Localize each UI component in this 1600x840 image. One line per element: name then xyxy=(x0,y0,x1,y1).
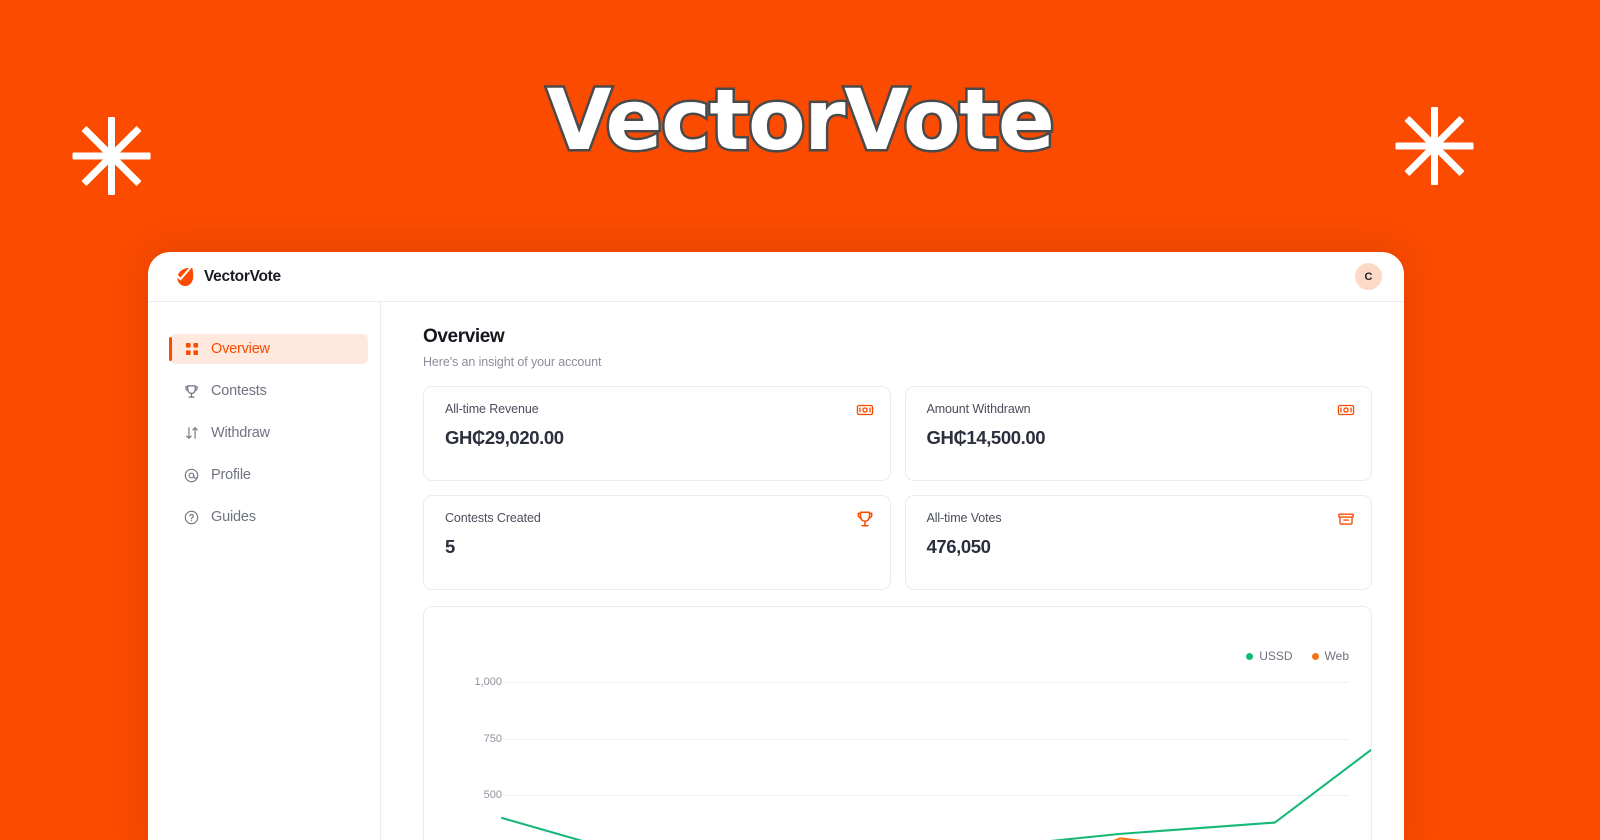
app-window: VectorVote C Overview Contests Withdraw … xyxy=(148,252,1404,840)
trophy-icon xyxy=(184,384,199,399)
sidebar-item-label: Profile xyxy=(211,467,251,483)
stat-card-value: 476,050 xyxy=(926,536,991,557)
stat-card-value: GH₵29,020.00 xyxy=(445,427,564,448)
grid-icon xyxy=(184,342,199,357)
page-title: Overview xyxy=(423,326,505,347)
chart-lines xyxy=(500,748,1371,840)
stat-card-label: All-time Votes xyxy=(926,511,1002,525)
stat-card-amount-withdrawn[interactable]: Amount Withdrawn GH₵14,500.00 xyxy=(904,386,1372,481)
stat-card-value: 5 xyxy=(445,536,455,557)
app-body: Overview Contests Withdraw Profile Guide… xyxy=(148,302,1404,840)
question-circle-icon xyxy=(184,510,199,525)
sidebar-item-label: Overview xyxy=(211,341,270,357)
chart-plot-area: 1,000750500250 xyxy=(424,607,1371,840)
vectorvote-leaf-logo xyxy=(174,266,195,287)
sidebar-item-profile[interactable]: Profile xyxy=(170,460,368,490)
trophy-icon xyxy=(856,510,874,528)
sidebar-item-overview[interactable]: Overview xyxy=(169,334,368,364)
avatar[interactable]: C xyxy=(1355,263,1382,290)
stat-card-label: Amount Withdrawn xyxy=(926,402,1031,416)
sidebar-item-guides[interactable]: Guides xyxy=(170,502,368,532)
sidebar-item-withdraw[interactable]: Withdraw xyxy=(170,418,368,448)
stat-card-all-time-votes[interactable]: All-time Votes 476,050 xyxy=(904,495,1372,590)
ballot-box-icon xyxy=(1337,510,1355,528)
sidebar-item-label: Contests xyxy=(211,383,267,399)
stat-card-grid: All-time Revenue GH₵29,020.00 Amount Wit… xyxy=(423,386,1372,590)
banknote-icon xyxy=(1337,401,1355,419)
stat-card-label: Contests Created xyxy=(445,511,541,525)
sidebar: Overview Contests Withdraw Profile Guide… xyxy=(148,302,381,840)
stat-card-all-time-revenue[interactable]: All-time Revenue GH₵29,020.00 xyxy=(423,386,891,481)
sidebar-item-label: Withdraw xyxy=(211,425,270,441)
hero-title: VectorVote xyxy=(544,71,1057,169)
brand[interactable]: VectorVote xyxy=(174,266,281,287)
asterisk-star-icon-right xyxy=(1395,107,1473,185)
page-subtitle: Here's an insight of your account xyxy=(423,355,602,369)
sidebar-item-contests[interactable]: Contests xyxy=(170,376,368,406)
brand-name: VectorVote xyxy=(204,267,281,285)
stat-card-value: GH₵14,500.00 xyxy=(926,427,1046,448)
app-topbar: VectorVote C xyxy=(148,252,1404,302)
chart-series-ussd xyxy=(500,748,1371,840)
banknote-icon xyxy=(856,401,874,419)
stat-card-contests-created[interactable]: Contests Created 5 xyxy=(423,495,891,590)
at-circle-icon xyxy=(184,468,199,483)
arrows-updown-icon xyxy=(184,426,199,441)
votes-line-chart: USSD Web 1,000750500250 xyxy=(423,606,1372,840)
sidebar-item-label: Guides xyxy=(211,509,256,525)
main-content: Overview Here's an insight of your accou… xyxy=(381,302,1404,840)
stat-card-label: All-time Revenue xyxy=(445,402,539,416)
hero-banner: VectorVote xyxy=(0,0,1600,260)
